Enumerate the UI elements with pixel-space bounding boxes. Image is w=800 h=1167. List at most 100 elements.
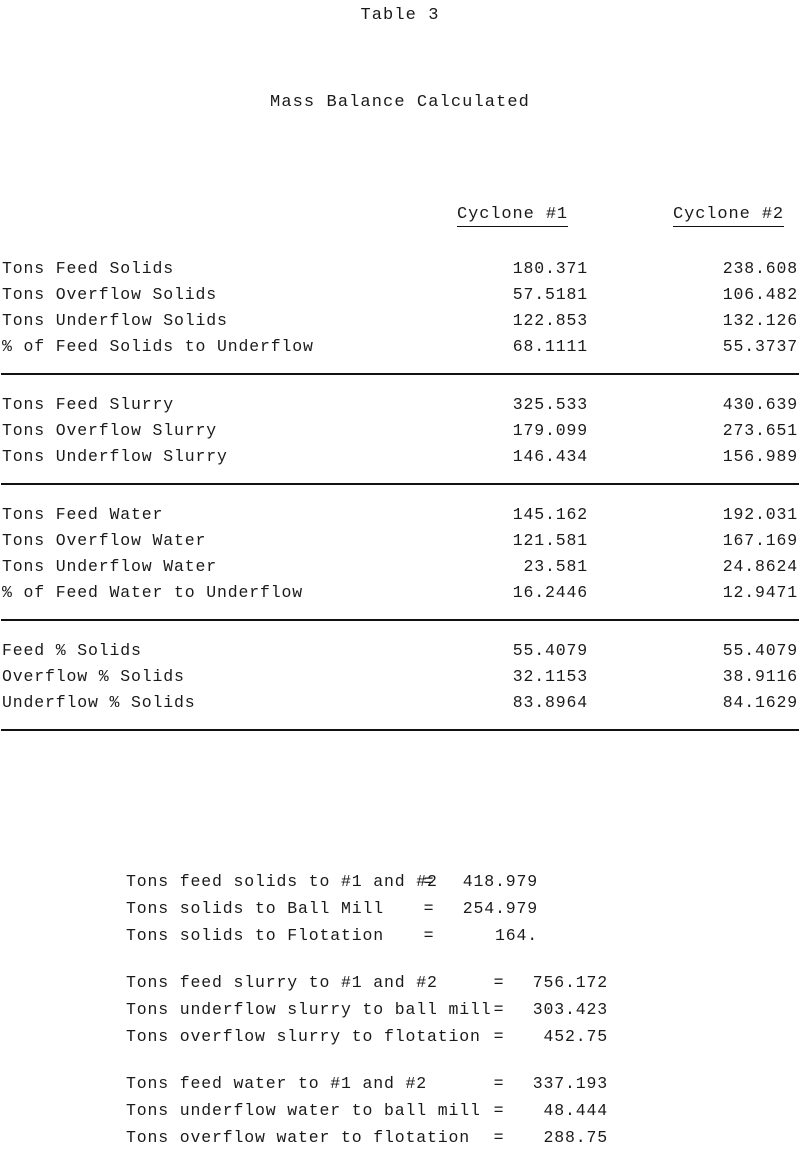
summary-value: 288.75: [543, 1128, 608, 1147]
row-value-cyclone-1: 68.1111: [512, 337, 588, 356]
row-value-cyclone-2: 24.8624: [722, 557, 798, 576]
row-value-cyclone-1: 325.533: [512, 395, 588, 414]
row-value-cyclone-1: 16.2446: [512, 583, 588, 602]
summary-label: Tons underflow slurry to ball mill: [126, 1000, 492, 1019]
summary-value: 418.979: [462, 872, 538, 891]
summary-label: Tons feed water to #1 and #2: [126, 1074, 428, 1093]
table-row: Tons Underflow Water 23.581 24.8624: [0, 554, 800, 580]
summary-group-solids: Tons feed solids to #1 and #2 = 418.979 …: [126, 868, 800, 949]
table-row: Tons Underflow Solids 122.853 132.126: [0, 308, 800, 334]
table-row: Tons Overflow Solids 57.5181 106.482: [0, 282, 800, 308]
summary-value: 452.75: [543, 1027, 608, 1046]
row-value-cyclone-2: 273.651: [722, 421, 798, 440]
row-value-cyclone-2: 238.608: [722, 259, 798, 278]
row-value-cyclone-2: 132.126: [722, 311, 798, 330]
summary-label: Tons solids to Flotation: [126, 926, 385, 945]
summary-value: 337.193: [532, 1074, 608, 1093]
table-row: Underflow % Solids 83.8964 84.1629: [0, 690, 800, 716]
column-header-row: Cyclone #1 Cyclone #2: [0, 205, 800, 235]
row-value-cyclone-1: 122.853: [512, 311, 588, 330]
column-header-cyclone-2: Cyclone #2: [673, 205, 785, 227]
table-section-water: Tons Feed Water 145.162 192.031 Tons Ove…: [0, 502, 800, 606]
equals-sign: =: [423, 899, 435, 918]
row-value-cyclone-1: 57.5181: [512, 285, 588, 304]
summary-label: Tons overflow water to flotation: [126, 1128, 471, 1147]
table-title: Mass Balance Calculated: [270, 93, 530, 112]
table-row: Feed % Solids 55.4079 55.4079: [0, 638, 800, 664]
summary-label: Tons feed slurry to #1 and #2: [126, 973, 438, 992]
row-value-cyclone-1: 55.4079: [512, 641, 588, 660]
row-label: Tons Feed Slurry: [2, 395, 175, 414]
equals-sign: =: [493, 973, 505, 992]
row-value-cyclone-1: 179.099: [512, 421, 588, 440]
row-label: Tons Feed Water: [2, 505, 164, 524]
row-value-cyclone-2: 430.639: [722, 395, 798, 414]
table-number: Table 3: [360, 6, 440, 25]
row-label: Tons Underflow Water: [2, 557, 218, 576]
summary-value: 254.979: [462, 899, 538, 918]
table-row: Tons Feed Slurry 325.533 430.639: [0, 392, 800, 418]
table-row: % of Feed Water to Underflow 16.2446 12.…: [0, 580, 800, 606]
table-body: Tons Feed Solids 180.371 238.608 Tons Ov…: [0, 256, 800, 731]
row-label: Tons Overflow Solids: [2, 285, 218, 304]
row-value-cyclone-2: 192.031: [722, 505, 798, 524]
summary-block: Tons feed solids to #1 and #2 = 418.979 …: [126, 868, 800, 1151]
table-row: Tons Underflow Slurry 146.434 156.989: [0, 444, 800, 470]
equals-sign: =: [493, 1074, 505, 1093]
table-section-slurry: Tons Feed Slurry 325.533 430.639 Tons Ov…: [0, 392, 800, 470]
row-label: Tons Overflow Slurry: [2, 421, 218, 440]
row-value-cyclone-1: 180.371: [512, 259, 588, 278]
row-value-cyclone-2: 156.989: [722, 447, 798, 466]
column-header-cyclone-1: Cyclone #1: [457, 205, 569, 227]
table-bottom-divider: [1, 729, 799, 731]
table-section-solids: Tons Feed Solids 180.371 238.608 Tons Ov…: [0, 256, 800, 360]
equals-sign: =: [493, 1101, 505, 1120]
row-label: Tons Overflow Water: [2, 531, 207, 550]
row-value-cyclone-1: 145.162: [512, 505, 588, 524]
summary-row: Tons solids to Ball Mill = 254.979: [126, 895, 800, 922]
row-label: Tons Underflow Slurry: [2, 447, 228, 466]
row-value-cyclone-2: 84.1629: [722, 693, 798, 712]
row-label: Overflow % Solids: [2, 667, 185, 686]
document-page: Table 3 Mass Balance Calculated Cyclone …: [0, 0, 800, 1167]
summary-group-water: Tons feed water to #1 and #2 = 337.193 T…: [126, 1070, 800, 1151]
row-label: % of Feed Water to Underflow: [2, 583, 304, 602]
table-row: % of Feed Solids to Underflow 68.1111 55…: [0, 334, 800, 360]
row-value-cyclone-2: 167.169: [722, 531, 798, 550]
row-value-cyclone-2: 55.3737: [722, 337, 798, 356]
row-label: % of Feed Solids to Underflow: [2, 337, 314, 356]
equals-sign: =: [493, 1128, 505, 1147]
row-value-cyclone-2: 38.9116: [722, 667, 798, 686]
row-label: Tons Underflow Solids: [2, 311, 228, 330]
summary-label: Tons feed solids to #1 and #2: [126, 872, 438, 891]
summary-row: Tons overflow slurry to flotation = 452.…: [126, 1023, 800, 1050]
row-value-cyclone-1: 121.581: [512, 531, 588, 550]
table-row: Tons Feed Solids 180.371 238.608: [0, 256, 800, 282]
summary-row: Tons feed water to #1 and #2 = 337.193: [126, 1070, 800, 1097]
row-value-cyclone-1: 23.581: [523, 557, 588, 576]
summary-label: Tons overflow slurry to flotation: [126, 1027, 481, 1046]
row-value-cyclone-2: 12.9471: [722, 583, 798, 602]
summary-row: Tons feed slurry to #1 and #2 = 756.172: [126, 969, 800, 996]
row-label: Underflow % Solids: [2, 693, 196, 712]
table-row: Tons Overflow Slurry 179.099 273.651: [0, 418, 800, 444]
equals-sign: =: [493, 1027, 505, 1046]
row-value-cyclone-1: 146.434: [512, 447, 588, 466]
table-row: Tons Feed Water 145.162 192.031: [0, 502, 800, 528]
equals-sign: =: [423, 872, 435, 891]
row-value-cyclone-1: 83.8964: [512, 693, 588, 712]
row-value-cyclone-1: 32.1153: [512, 667, 588, 686]
summary-label: Tons solids to Ball Mill: [126, 899, 385, 918]
summary-row: Tons solids to Flotation = 164.: [126, 922, 800, 949]
row-label: Feed % Solids: [2, 641, 142, 660]
table-row: Tons Overflow Water 121.581 167.169: [0, 528, 800, 554]
summary-value: 48.444: [543, 1101, 608, 1120]
equals-sign: =: [423, 926, 435, 945]
summary-label: Tons underflow water to ball mill: [126, 1101, 481, 1120]
